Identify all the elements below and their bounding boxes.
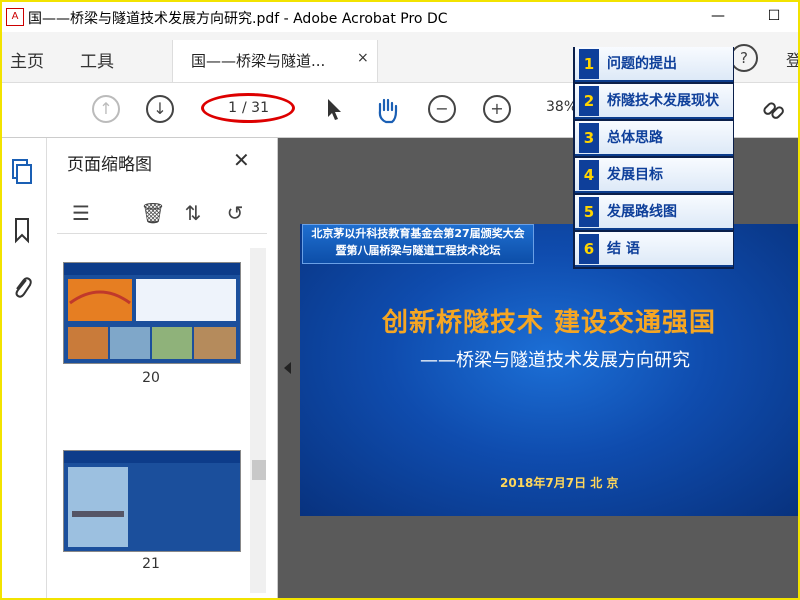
outline-text: 发展目标 [607,167,663,183]
outline-number: 3 [579,123,599,153]
slide-header: 北京茅以升科技教育基金会第27届颁奖大会 暨第八届桥梁与隧道工程技术论坛 [302,224,534,264]
acrobat-app-icon: A [6,8,24,26]
outline-number: 4 [579,160,599,190]
extract-page-icon[interactable]: ⇅ [179,199,207,227]
outline-text: 结 语 [607,241,640,257]
app-window: A 国——桥梁与隧道技术发展方向研究.pdf - Adobe Acrobat P… [0,0,800,600]
outline-number: 1 [579,49,599,79]
share-link-icon[interactable] [760,95,788,123]
outline-text: 问题的提出 [607,56,677,72]
sign-in-button[interactable]: 登 [786,47,798,71]
thumbnail-label: 20 [142,370,160,386]
outline-overlay: 1 问题的提出 2 桥隧技术发展现状 3 总体思路 4 发展目标 5 发展路线图… [573,47,734,269]
red-annotation-ellipse [201,93,295,123]
document-tab-label: 国——桥梁与隧道... [191,52,326,70]
outline-text: 桥隧技术发展现状 [607,93,719,109]
tab-tools[interactable]: 工具 [80,47,114,72]
close-tab-icon[interactable]: × [357,50,369,66]
tab-document[interactable]: 国——桥梁与隧道... × [172,40,378,82]
outline-number: 5 [579,197,599,227]
slide-header-line-2: 暨第八届桥梁与隧道工程技术论坛 [335,244,501,257]
previous-page-icon[interactable]: ↑ [92,95,120,123]
panel-close-icon[interactable]: ✕ [233,148,250,172]
window-title: 国——桥梁与隧道技术发展方向研究.pdf - Adobe Acrobat Pro… [28,11,448,27]
outline-number: 2 [579,86,599,116]
page-thumbnails-icon[interactable] [10,158,34,186]
collapse-panel-icon[interactable] [284,362,291,374]
outline-item: 4 发展目标 [575,158,733,193]
slide-title: 创新桥隧技术 建设交通强国 [381,308,717,338]
help-icon[interactable]: ? [730,44,758,72]
outline-text: 总体思路 [607,130,663,146]
outline-item: 6 结 语 [575,232,733,267]
slide-header-line-1: 北京茅以升科技教育基金会第27届颁奖大会 [311,227,525,240]
hand-tool-icon[interactable] [372,95,400,124]
outline-text: 发展路线图 [607,204,677,220]
next-page-icon[interactable]: ↓ [146,95,174,123]
outline-item: 2 桥隧技术发展现状 [575,84,733,119]
title-bar: A 国——桥梁与隧道技术发展方向研究.pdf - Adobe Acrobat P… [2,2,798,32]
delete-page-icon[interactable]: 🗑 [139,199,167,227]
maximize-button[interactable]: ☐ [764,6,784,26]
thumbnails-panel: 页面缩略图 ✕ ☰ 🗑 ⇅ ↺ 20 21 [47,138,278,598]
bookmarks-icon[interactable] [10,216,34,244]
zoom-out-icon[interactable]: − [428,95,456,123]
outline-number: 6 [579,234,599,264]
tab-home[interactable]: 主页 [10,47,44,72]
slide-subtitle: ——桥梁与隧道技术发展方向研究 [420,350,690,371]
options-menu-icon[interactable]: ☰ [67,199,95,227]
thumbnail-label: 21 [142,556,160,572]
zoom-in-icon[interactable]: + [483,95,511,123]
outline-item: 1 问题的提出 [575,47,733,82]
minimize-button[interactable]: — [708,6,728,26]
thumbnail-scrollbar[interactable] [250,248,266,593]
attachments-icon[interactable] [10,272,34,300]
page-thumbnail[interactable] [63,262,241,364]
panel-title: 页面缩略图 [67,155,152,175]
page-thumbnail[interactable] [63,450,241,552]
select-cursor-icon[interactable] [320,95,348,123]
outline-item: 5 发展路线图 [575,195,733,230]
slide-date: 2018年7月7日 北 京 [500,476,619,490]
navigation-rail [2,138,47,598]
scrollbar-thumb[interactable] [252,460,266,480]
rotate-page-icon[interactable]: ↺ [221,199,249,227]
panel-toolbar: ☰ 🗑 ⇅ ↺ [57,193,267,234]
outline-item: 3 总体思路 [575,121,733,156]
